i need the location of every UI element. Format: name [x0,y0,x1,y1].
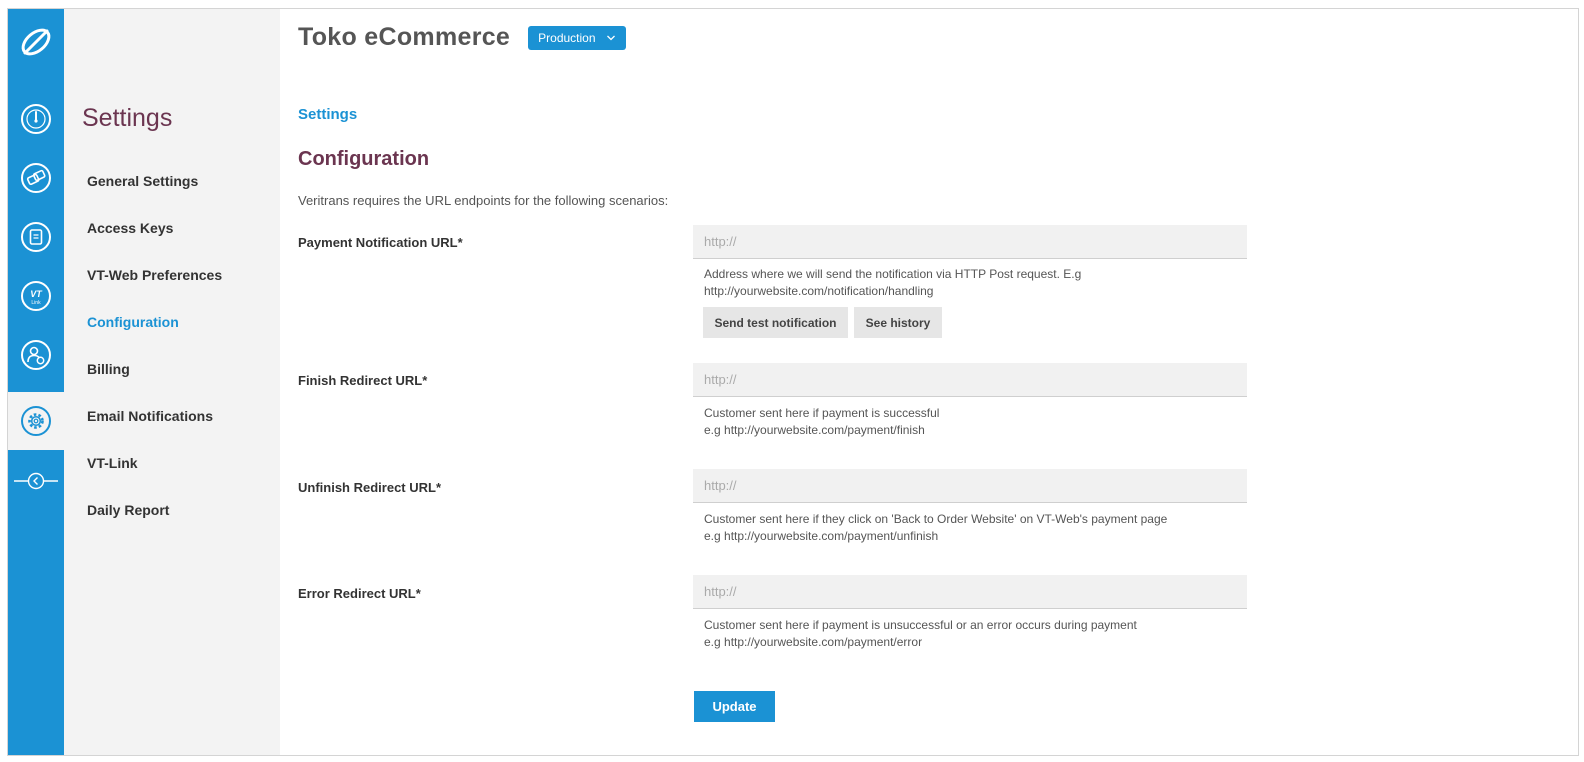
sidebar-item-billing[interactable]: Billing [87,357,222,404]
error-redirect-input[interactable] [693,575,1247,609]
app-window: VT Link Settings General Settings Access… [7,8,1579,756]
sidebar-item-daily-report[interactable]: Daily Report [87,498,222,545]
sidebar-item-vt-web-preferences[interactable]: VT-Web Preferences [87,263,222,310]
rail-item-settings[interactable] [8,392,64,450]
unfinish-redirect-label: Unfinish Redirect URL* [298,480,442,495]
payment-notification-help-line2: http://yourwebsite.com/notification/hand… [704,284,934,298]
environment-label: Production [538,30,596,45]
icon-rail: VT Link [8,9,64,755]
rail-item-dashboard[interactable] [8,90,64,148]
payment-notification-help-line1: Address where we will send the notificat… [704,267,1082,281]
error-redirect-help-line2: e.g http://yourwebsite.com/payment/error [704,635,923,649]
payment-notification-help: Address where we will send the notificat… [704,266,1244,300]
vt-link-icon-text: VT [30,289,43,299]
update-button[interactable]: Update [694,691,775,722]
unfinish-redirect-input[interactable] [693,469,1247,503]
error-redirect-help-line1: Customer sent here if payment is unsucce… [704,618,1137,632]
see-history-button[interactable]: See history [854,307,942,338]
rail-item-transactions[interactable] [8,149,64,207]
main-content: Toko eCommerce Production Settings Confi… [280,9,1578,755]
sidebar-item-access-keys[interactable]: Access Keys [87,216,222,263]
sidebar-item-general-settings[interactable]: General Settings [87,169,222,216]
send-test-notification-button[interactable]: Send test notification [703,307,848,338]
payment-notification-input[interactable] [693,225,1247,259]
environment-dropdown[interactable]: Production [528,25,626,50]
sidebar-item-configuration[interactable]: Configuration [87,310,222,357]
error-redirect-help: Customer sent here if payment is unsucce… [704,617,1244,651]
sidebar-title: Settings [82,104,173,132]
reports-icon [21,222,51,252]
settings-gear-icon [21,406,51,436]
brand-swoosh-icon [21,28,51,56]
finish-redirect-help-line1: Customer sent here if payment is success… [704,406,940,420]
settings-nav: General Settings Access Keys VT-Web Pref… [87,169,222,545]
chevron-down-icon [606,35,615,40]
brand-logo[interactable] [8,9,64,75]
sidebar-item-vt-link[interactable]: VT-Link [87,451,222,498]
app-title: Toko eCommerce [298,23,511,51]
sidebar-item-email-notifications[interactable]: Email Notifications [87,404,222,451]
unfinish-redirect-help-line2: e.g http://yourwebsite.com/payment/unfin… [704,529,939,543]
error-redirect-label: Error Redirect URL* [298,586,421,601]
intro-text: Veritrans requires the URL endpoints for… [298,193,669,208]
user-management-icon [21,340,51,370]
breadcrumb-settings[interactable]: Settings [298,106,357,123]
rail-collapse-toggle[interactable] [8,461,64,501]
finish-redirect-help-line2: e.g http://yourwebsite.com/payment/finis… [704,423,925,437]
section-title: Configuration [298,148,430,170]
vt-link-icon-subtext: Link [31,300,41,306]
settings-sidebar: Settings General Settings Access Keys VT… [64,9,280,755]
rail-item-vt-link[interactable]: VT Link [8,267,64,325]
unfinish-redirect-help: Customer sent here if they click on 'Bac… [704,511,1244,545]
rail-item-user-management[interactable] [8,326,64,384]
finish-redirect-label: Finish Redirect URL* [298,373,428,388]
payment-notification-label: Payment Notification URL* [298,235,463,250]
unfinish-redirect-help-line1: Customer sent here if they click on 'Bac… [704,512,1168,526]
finish-redirect-input[interactable] [693,363,1247,397]
dashboard-gauge-icon [21,104,51,134]
rail-item-reports[interactable] [8,208,64,266]
collapse-chevron-left-icon [14,472,58,490]
transactions-icon [21,163,51,193]
page-header: Toko eCommerce Production [298,23,626,52]
vt-link-icon: VT Link [21,281,51,311]
finish-redirect-help: Customer sent here if payment is success… [704,405,1244,439]
